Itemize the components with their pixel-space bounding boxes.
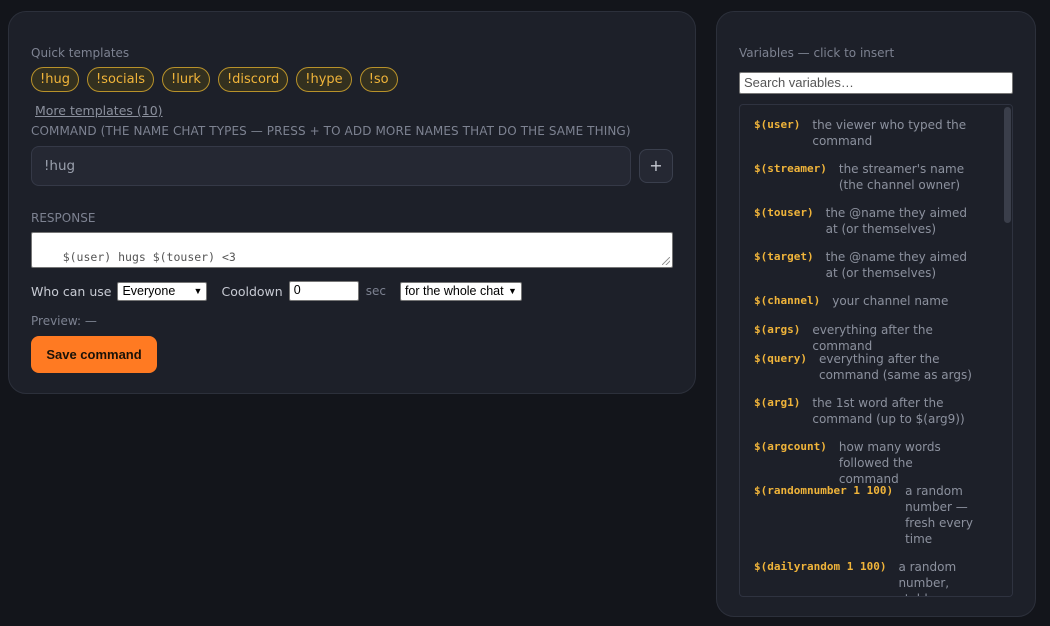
variable-description: how many words followed the command [838, 440, 941, 486]
variable-code: $(channel) [754, 294, 821, 307]
variable-code: $(streamer) [754, 162, 827, 175]
variable-code: $(target) [754, 250, 814, 263]
variable-item-randomnumber[interactable]: $(randomnumber 1 100) a random number — … [754, 483, 973, 547]
variable-description: a random number — fresh every time [905, 484, 973, 546]
template-chip-hype[interactable]: !hype [296, 67, 352, 92]
variable-description: the 1st word after the command (up to $(… [812, 396, 965, 426]
more-templates-link[interactable]: More templates (10) [35, 103, 163, 118]
variable-description: a random number, stable [898, 560, 957, 596]
variable-code: $(argcount) [754, 440, 827, 453]
variable-item-arg1[interactable]: $(arg1) the 1st word after the command (… [754, 395, 972, 427]
variable-item-args[interactable]: $(args) everything after the command [754, 322, 990, 354]
variable-item-target[interactable]: $(target) the @name they aimed at (or th… [754, 249, 981, 281]
resize-grip-icon[interactable] [662, 257, 670, 265]
variable-item-streamer[interactable]: $(streamer) the streamer's name (the cha… [754, 161, 989, 193]
cooldown-label: Cooldown [221, 283, 283, 299]
template-chip-lurk[interactable]: !lurk [162, 67, 210, 92]
template-chip-socials[interactable]: !socials [86, 67, 155, 92]
variable-code: $(user) [754, 118, 801, 131]
variable-description: your channel name [832, 294, 949, 308]
variable-code: $(dailyrandom 1 100) [754, 560, 887, 573]
variable-code: $(query) [754, 352, 807, 365]
template-chip-so[interactable]: !so [359, 67, 398, 92]
chevron-down-icon: ▼ [193, 286, 203, 296]
response-label: Response [31, 211, 96, 225]
variable-description: the @name they aimed at (or themselves) [825, 206, 967, 236]
variables-list[interactable]: $(user) the viewer who typed the command… [739, 104, 1013, 597]
variables-title: Variables — click to insert [739, 46, 895, 60]
preview-text: Preview: — [31, 314, 97, 328]
variables-scrollbar[interactable] [1003, 105, 1012, 596]
who-can-use-label: Who can use [31, 283, 112, 299]
variable-code: $(touser) [754, 206, 814, 219]
options-row: Who can use Everyone ▼ Cooldown 0 sec fo… [31, 280, 522, 302]
variable-description: everything after the command [812, 323, 933, 353]
command-label: Command (the name chat types — press + t… [31, 124, 631, 138]
save-command-button[interactable]: Save command [31, 336, 157, 373]
template-chip-discord[interactable]: !discord [217, 67, 289, 92]
cooldown-unit: sec [365, 284, 386, 298]
add-name-button[interactable]: + [639, 149, 673, 183]
command-name-input[interactable]: !hug [31, 146, 631, 186]
variables-panel: Variables — click to insert Search varia… [716, 11, 1036, 617]
variable-description: the streamer's name (the channel owner) [838, 162, 965, 192]
response-text: $(user) hugs $(touser) <3 [62, 250, 236, 264]
who-can-use-select[interactable]: Everyone ▼ [117, 281, 208, 301]
cooldown-input[interactable]: 0 [288, 281, 359, 301]
quick-templates-label: Quick templates [31, 46, 130, 60]
chevron-down-icon: ▼ [508, 286, 517, 296]
variable-code: $(args) [754, 323, 801, 336]
variable-item-query[interactable]: $(query) everything after the command (s… [754, 351, 979, 383]
variable-code: $(randomnumber 1 100) [754, 484, 894, 497]
variable-description: the @name they aimed at (or themselves) [825, 250, 967, 280]
variable-description: everything after the command (same as ar… [818, 352, 972, 382]
variable-item-argcount[interactable]: $(argcount) how many words followed the … [754, 439, 974, 487]
command-editor-panel: Quick templates !hug !socials !lurk !dis… [8, 11, 696, 394]
variable-description: the viewer who typed the command [812, 118, 967, 148]
variable-item-channel[interactable]: $(channel) your channel name [754, 293, 992, 309]
template-chips: !hug !socials !lurk !discord !hype !so [31, 67, 398, 92]
variables-scrollbar-thumb[interactable] [1004, 107, 1011, 223]
variables-search-input[interactable]: Search variables… [739, 72, 1013, 94]
response-textarea[interactable]: $(user) hugs $(touser) <3 [31, 232, 673, 268]
variable-item-touser[interactable]: $(touser) the @name they aimed at (or th… [754, 205, 981, 237]
who-can-use-value: Everyone [122, 284, 176, 298]
variable-code: $(arg1) [754, 396, 801, 409]
variable-item-dailyrandom[interactable]: $(dailyrandom 1 100) a random number, st… [754, 559, 968, 596]
cooldown-scope-select[interactable]: for the whole chat ▼ [399, 281, 522, 301]
cooldown-scope-value: for the whole chat [404, 284, 504, 298]
template-chip-hug[interactable]: !hug [31, 67, 79, 92]
variable-item-user[interactable]: $(user) the viewer who typed the command [754, 117, 972, 149]
